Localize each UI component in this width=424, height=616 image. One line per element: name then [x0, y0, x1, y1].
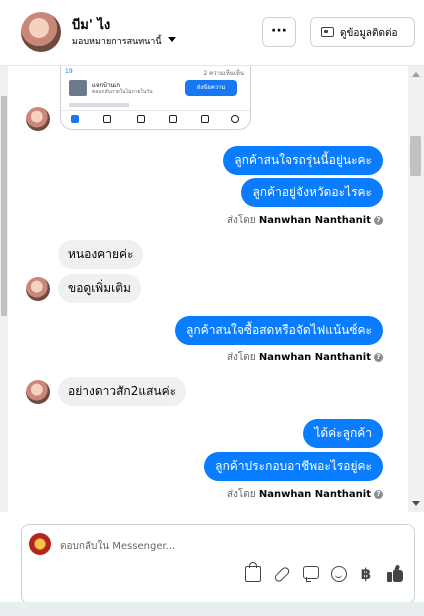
shopping-bag-icon[interactable] [245, 562, 261, 582]
sent-by-prefix: ส่งโดย [226, 215, 256, 226]
view-contact-info-label: ดูข้อมูลติดต่อ [340, 28, 398, 39]
window-bottom-edge [0, 602, 424, 616]
info-icon[interactable]: ? [374, 352, 383, 362]
sent-by-label: ส่งโดย Nanwhan Nanthanit? [227, 350, 383, 365]
contact-avatar-small [26, 380, 50, 404]
sent-by-agent: Nanwhan Nanthanit [258, 215, 371, 226]
composer-area: ตอบกลับใน Messenger... ฿ [0, 512, 424, 604]
sent-by-prefix: ส่งโดย [226, 352, 256, 363]
shared-image-nav-bar [61, 110, 250, 130]
scrollbar-track[interactable] [408, 66, 424, 512]
chevron-down-icon[interactable] [168, 37, 176, 42]
message-thread[interactable]: 19 2 ความเห็นเห็น แจกบ้านเก ตอบกลับภายใน… [0, 66, 424, 512]
active-tab-underline [67, 129, 81, 130]
payment-baht-icon[interactable]: ฿ [359, 566, 373, 582]
bell-icon [201, 115, 209, 123]
gaming-icon [169, 115, 177, 123]
shared-image-listing-subtitle: ตอบกลับภายในไม่ภายในวัน [92, 89, 153, 95]
sent-by-label: ส่งโดย Nanwhan Nanthanit? [227, 213, 383, 228]
like-thumb-icon[interactable] [387, 564, 403, 582]
reply-composer[interactable]: ตอบกลับใน Messenger... ฿ [21, 524, 415, 604]
saved-reply-icon[interactable] [303, 566, 319, 582]
incoming-message[interactable]: หนองคายค่ะ [58, 240, 144, 269]
sent-by-agent: Nanwhan Nanthanit [258, 489, 371, 500]
outgoing-message[interactable]: ลูกค้าสนใจซื้อสดหรือจัดไฟแน้นซ์คะ [175, 316, 383, 345]
view-contact-info-button[interactable]: ดูข้อมูลติดต่อ [310, 17, 415, 47]
shared-image-send-message-button: ส่งข้อความ [185, 80, 237, 96]
messenger-conversation-panel: บีม' ไง มอบหมายการสนทนานี้ ··· ดูข้อมูลต… [0, 0, 424, 616]
incoming-message[interactable]: ขอดูเพิ่มเติม [58, 274, 141, 303]
contact-card-icon [321, 27, 334, 37]
scroll-up-arrow-icon[interactable] [412, 72, 420, 77]
marketplace-icon [137, 115, 145, 123]
profile-icon [231, 115, 239, 123]
outgoing-message[interactable]: ลูกค้าอยู่จังหวัดอะไรคะ [241, 178, 383, 207]
outgoing-message[interactable]: ลูกค้าประกอบอาชีพอะไรอยู่คะ [204, 452, 383, 481]
shared-image-text-line [69, 103, 129, 107]
sent-by-label: ส่งโดย Nanwhan Nanthanit? [227, 487, 383, 502]
assign-conversation-dropdown[interactable]: มอบหมายการสนทนานี้ [72, 34, 162, 48]
sent-by-agent: Nanwhan Nanthanit [258, 352, 371, 363]
page-avatar [29, 533, 51, 555]
more-options-button[interactable]: ··· [262, 17, 296, 47]
left-scrollbar-thumb[interactable] [1, 96, 7, 316]
contact-avatar-small [26, 107, 50, 131]
contact-avatar[interactable] [21, 12, 61, 52]
reply-input[interactable]: ตอบกลับใน Messenger... [60, 539, 175, 554]
shared-image-thumbnail [69, 80, 87, 96]
video-icon [103, 115, 111, 123]
home-icon [71, 115, 79, 123]
info-icon[interactable]: ? [374, 489, 383, 499]
conversation-header: บีม' ไง มอบหมายการสนทนานี้ ··· ดูข้อมูลต… [0, 0, 424, 66]
contact-name[interactable]: บีม' ไง [72, 14, 110, 35]
contact-avatar-small [26, 277, 50, 301]
sent-by-prefix: ส่งโดย [226, 489, 256, 500]
info-icon[interactable]: ? [374, 215, 383, 225]
emoji-icon[interactable] [331, 566, 347, 582]
outgoing-message[interactable]: ลูกค้าสนใจรถรุ่นนี้อยู่นะคะ [223, 146, 383, 175]
shared-image-comments: 2 ความเห็นเห็น [203, 70, 244, 77]
scroll-down-arrow-icon[interactable] [412, 501, 420, 506]
attachment-icon[interactable] [273, 565, 291, 584]
shared-image-reaction-count: 19 [65, 68, 73, 75]
shared-image-attachment[interactable]: 19 2 ความเห็นเห็น แจกบ้านเก ตอบกลับภายใน… [60, 66, 251, 130]
incoming-message[interactable]: อย่างดาวสัก2แสนค่ะ [58, 377, 187, 406]
outgoing-message[interactable]: ได้ค่ะลูกค้า [303, 419, 383, 448]
scrollbar-thumb[interactable] [410, 136, 421, 176]
